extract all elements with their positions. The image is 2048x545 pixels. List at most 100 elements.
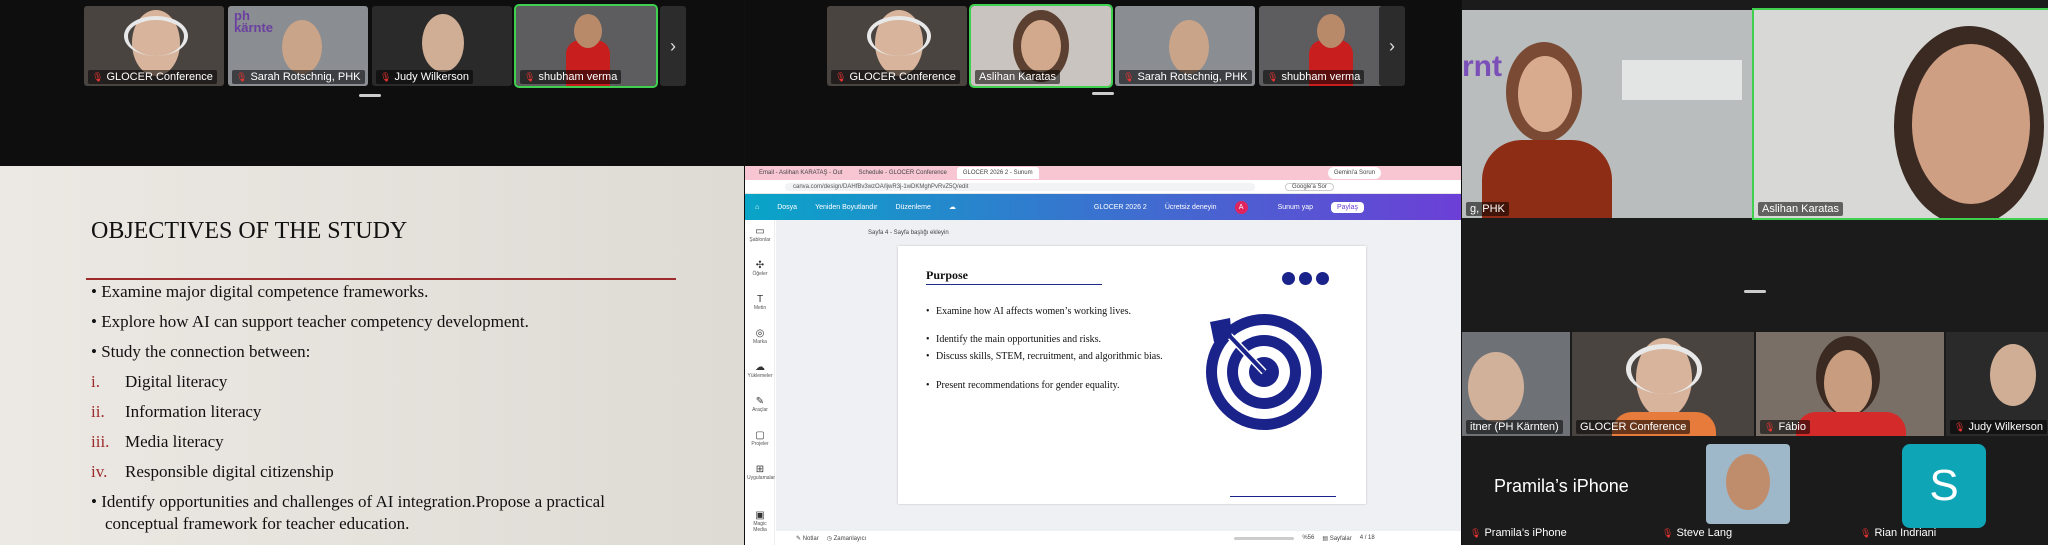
share-button[interactable]: Paylaş <box>1331 201 1365 213</box>
apps-icon: ⊞ <box>755 464 765 475</box>
pages-icon: ▤ <box>1322 535 1329 542</box>
zoom-window-right: rnt g, PHK Aslihan Karatas itner (PH Kär… <box>1462 0 2048 545</box>
document-title[interactable]: GLOCER 2026 2 <box>1094 204 1147 211</box>
participant-name: 🎙 Sarah Rotschnig, PHK <box>1119 70 1252 84</box>
mic-muted-icon: 🎙 <box>1267 72 1279 82</box>
present-button[interactable]: Sunum yap <box>1278 204 1313 211</box>
url-field[interactable]: canva.com/design/DAHfBv3wzOA/ljwR3j-1wDK… <box>785 182 1255 191</box>
participant-tile[interactable]: 🎙 GLOCER Conference <box>84 6 224 86</box>
menu-edit[interactable]: Düzenleme <box>895 204 930 211</box>
canva-bullet: Present recommendations for gender equal… <box>926 380 1168 392</box>
mic-muted-icon: 🎙 <box>524 72 536 82</box>
participant-tile[interactable]: itner (PH Kärnten) <box>1462 332 1570 436</box>
drag-handle[interactable] <box>1744 290 1766 293</box>
browser-tab[interactable]: Email - Aslihan KARATAŞ - Out <box>753 167 848 179</box>
participant-tile[interactable]: 🎙 Sarah Rotschnig, PHK <box>1115 6 1255 86</box>
participant-name: 🎙 Judy Wilkerson <box>1950 420 2048 434</box>
decor-dot <box>1299 272 1312 285</box>
participant-tile[interactable]: 🎙 Steve Lang <box>1654 438 1844 542</box>
participant-name: itner (PH Kärnten) <box>1466 420 1563 434</box>
participant-name: 🎙 shubham verma <box>520 70 622 84</box>
pen-icon: ✎ <box>755 396 765 407</box>
participant-name: 🎙 Rian Indriani <box>1860 527 1937 539</box>
participant-video[interactable]: rnt g, PHK <box>1462 10 1752 218</box>
canva-toolbar: ⌂ Dosya Yeniden Boyutlandır Düzenleme ☁ … <box>745 194 1461 220</box>
browser-tab-bar: Email - Aslihan KARATAŞ - Out Schedule -… <box>745 166 1461 180</box>
pages-button[interactable]: ▤ Sayfalar <box>1322 535 1351 542</box>
canva-slide[interactable]: Purpose Examine how AI affects women’s w… <box>898 246 1366 504</box>
participant-name: 🎙 shubham verma <box>1263 70 1365 84</box>
sidebar-magic-media[interactable]: ▣ Magic Media <box>747 510 773 533</box>
slide-list-number: iv. <box>91 462 108 481</box>
participant-name: g, PHK <box>1466 202 1509 216</box>
participant-name: 🎙 Judy Wilkerson <box>376 70 474 84</box>
menu-file[interactable]: Dosya <box>777 204 797 211</box>
sidebar-text[interactable]: T Metin <box>747 294 773 311</box>
shared-slide: OBJECTIVES OF THE STUDY • Examine major … <box>0 166 744 545</box>
decor-dot <box>1282 272 1295 285</box>
page-label[interactable]: Sayfa 4 - Sayfa başlığı ekleyin <box>868 230 949 236</box>
slide-list-item: Digital literacy <box>125 372 228 391</box>
mic-muted-icon: 🎙 <box>236 72 248 82</box>
browser-tab[interactable]: Schedule - GLOCER Conference <box>852 167 952 179</box>
notes-button[interactable]: ✎ Notlar <box>796 535 819 542</box>
target-icon <box>1206 314 1322 430</box>
participant-name: 🎙 Sarah Rotschnig, PHK <box>232 70 365 84</box>
sidebar-apps[interactable]: ⊞ Uygulamalar <box>747 464 775 481</box>
zoom-level[interactable]: %56 <box>1302 535 1314 541</box>
drag-handle[interactable] <box>359 94 381 97</box>
canva-bullet: Examine how AI affects women’s working l… <box>926 306 1168 318</box>
sidebar-templates[interactable]: ▭ Şablonlar <box>747 226 773 243</box>
next-participants-button[interactable]: › <box>660 6 686 86</box>
sidebar-elements[interactable]: ✣ Öğeler <box>747 260 773 277</box>
drag-handle[interactable] <box>1092 92 1114 95</box>
canva-sidebar: ▭ Şablonlar ✣ Öğeler T Metin ◎ Marka ☁ Yüklem… <box>745 220 775 545</box>
timer-icon: ◷ <box>826 535 832 542</box>
participant-tile[interactable]: S 🎙 Rian Indriani <box>1846 438 2048 542</box>
avatar: S <box>1902 444 1986 528</box>
headphones-icon <box>124 16 188 56</box>
participant-tile[interactable]: ph kärnte 🎙 Sarah Rotschnig, PHK <box>228 6 368 86</box>
headphones-icon <box>867 16 931 56</box>
timer-button[interactable]: ◷ Zamanlayıcı <box>827 535 867 542</box>
participant-face <box>1824 350 1872 416</box>
browser-tab-active[interactable]: GLOCER 2026 2 - Sunum <box>956 167 1039 179</box>
participant-tile[interactable]: GLOCER Conference <box>1572 332 1754 436</box>
menu-resize[interactable]: Yeniden Boyutlandır <box>815 204 877 211</box>
zoom-window-left: 🎙 GLOCER Conference ph kärnte 🎙 Sarah Rots… <box>0 0 744 545</box>
slide-list-number: i. <box>91 372 100 391</box>
sidebar-uploads[interactable]: ☁ Yüklemeler <box>747 362 773 379</box>
google-search-button[interactable]: Google'a Sor <box>1285 182 1334 191</box>
mic-muted-icon: 🎙 <box>380 72 392 82</box>
participant-tile[interactable]: 🎙 GLOCER Conference <box>827 6 967 86</box>
participant-tile[interactable]: 🎙 shubham verma <box>1259 6 1399 86</box>
headphones-icon <box>1626 344 1702 394</box>
slide-list-number: ii. <box>91 402 105 421</box>
gemini-button[interactable]: Gemini'a Sorun <box>1327 167 1381 179</box>
sidebar-brand[interactable]: ◎ Marka <box>747 328 773 345</box>
participant-tile[interactable]: 🎙 Judy Wilkerson <box>372 6 512 86</box>
cloud-icon[interactable]: ☁ <box>949 203 956 211</box>
next-participants-button[interactable]: › <box>1379 6 1405 86</box>
participant-tile[interactable]: 🎙 Fábio <box>1756 332 1944 436</box>
chevron-right-icon: › <box>1389 35 1395 56</box>
user-avatar[interactable]: A <box>1234 200 1248 214</box>
participant-strip: 🎙 GLOCER Conference ph kärnte 🎙 Sarah Rots… <box>84 4 658 88</box>
brand-icon: ◎ <box>755 328 765 339</box>
zoom-slider[interactable] <box>1234 536 1295 540</box>
participant-tile-active[interactable]: Aslihan Karatas <box>969 4 1113 88</box>
participant-tile[interactable]: 🎙 Judy Wilkerson <box>1946 332 2048 436</box>
sidebar-projects[interactable]: ▢ Projeler <box>747 430 773 447</box>
participant-tile[interactable]: Pramila’s iPhone 🎙 Pramila’s iPhone <box>1462 438 1652 542</box>
template-icon: ▭ <box>755 226 765 237</box>
chevron-right-icon: › <box>670 35 676 56</box>
participant-tile-active[interactable]: 🎙 shubham verma <box>514 4 658 88</box>
slide-list-item: Media literacy <box>125 432 224 451</box>
home-icon[interactable]: ⌂ <box>755 204 759 211</box>
trial-button[interactable]: Ücretsiz deneyin <box>1165 204 1217 211</box>
mic-muted-icon: 🎙 <box>1662 528 1674 538</box>
participant-video-active[interactable]: Aslihan Karatas <box>1752 8 2048 220</box>
decor-dot <box>1316 272 1329 285</box>
sidebar-tools[interactable]: ✎ Araçlar <box>747 396 773 413</box>
slide-bullet: • Explore how AI can support teacher com… <box>91 312 529 331</box>
